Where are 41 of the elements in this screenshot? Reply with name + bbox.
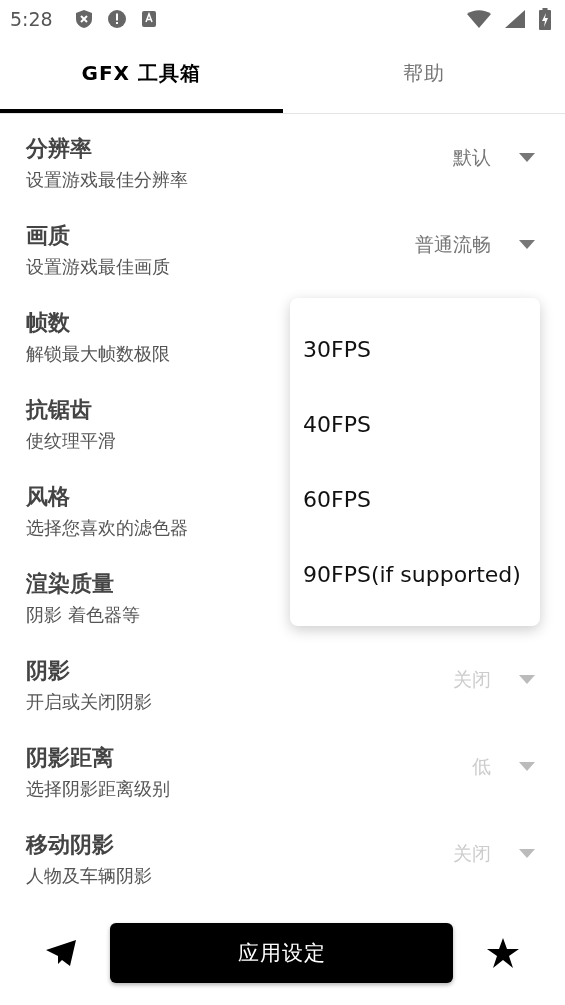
setting-title: 渲染质量 [26, 569, 114, 598]
menu-item[interactable]: 90FPS(if supported) [290, 537, 540, 612]
tab[interactable]: GFX 工具箱 [0, 38, 283, 113]
send-icon[interactable] [46, 940, 76, 966]
star-icon[interactable] [487, 938, 519, 968]
caret-icon [519, 849, 535, 858]
caret-icon [519, 675, 535, 684]
setting-description: 人物及车辆阴影 [26, 863, 152, 888]
setting-description: 解锁最大帧数极限 [26, 341, 170, 366]
menu-item[interactable]: 30FPS [290, 312, 540, 387]
tab[interactable]: 帮助 [282, 38, 565, 113]
setting-description: 使纹理平滑 [26, 428, 116, 453]
setting-description: 阴影 着色器等 [26, 602, 140, 627]
setting-title: 移动阴影 [26, 830, 114, 859]
setting-dropdown[interactable]: 普通流畅 [415, 231, 535, 278]
setting-description: 设置游戏最佳画质 [26, 254, 170, 279]
alert-icon [106, 9, 127, 29]
setting-title: 风格 [26, 482, 70, 511]
apply-button[interactable]: 应用设定 [110, 923, 453, 983]
setting-description: 选择您喜欢的滤色器 [26, 515, 188, 540]
menu-item[interactable]: 40FPS [290, 387, 540, 462]
signal-icon [505, 10, 525, 28]
caret-icon [519, 762, 535, 771]
setting-title: 画质 [26, 221, 70, 250]
setting-title: 帧数 [26, 308, 70, 337]
wifi-icon [467, 10, 491, 28]
caret-icon [519, 153, 535, 162]
setting-title: 阴影距离 [26, 743, 114, 772]
battery-icon [539, 8, 551, 30]
setting-description: 设置游戏最佳分辨率 [26, 167, 188, 192]
app-icon [140, 10, 157, 28]
setting-title: 阴影 [26, 656, 70, 685]
setting-description: 开启或关闭阴影 [26, 689, 152, 714]
setting-title: 抗锯齿 [26, 395, 92, 424]
status-time: 5:28 [10, 8, 53, 30]
setting-title: 分辨率 [26, 134, 92, 163]
menu-item[interactable]: 60FPS [290, 462, 540, 537]
setting-dropdown[interactable]: 默认 [453, 144, 535, 191]
setting-description: 选择阴影距离级别 [26, 776, 170, 801]
shield-icon [74, 9, 93, 29]
caret-icon [519, 240, 535, 249]
